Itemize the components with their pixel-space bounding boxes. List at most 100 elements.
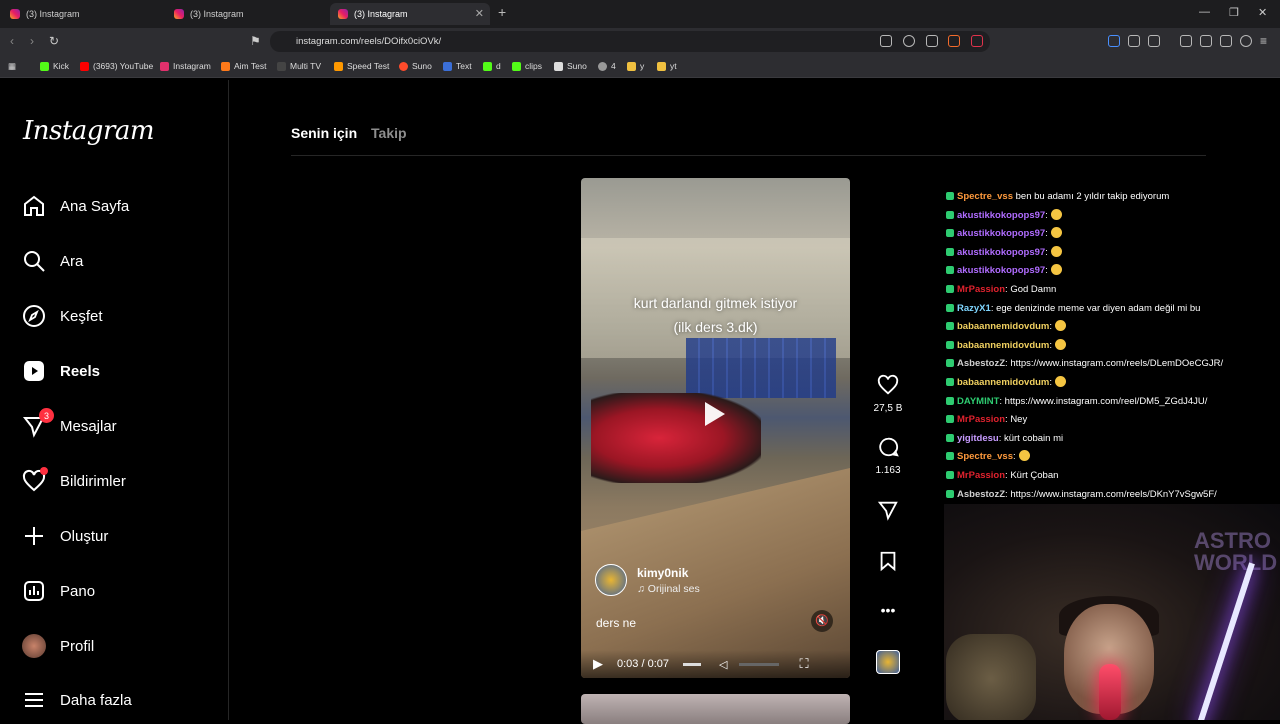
new-tab-button[interactable]: + <box>498 4 506 20</box>
share-button[interactable] <box>866 499 910 528</box>
chat-message: akustikkokopops97: <box>946 244 1276 263</box>
author-avatar[interactable] <box>595 564 627 596</box>
audio-thumbnail[interactable] <box>866 650 910 674</box>
share-icon[interactable] <box>926 35 938 47</box>
chat-username: akustikkokopops97 <box>957 246 1046 258</box>
chat-message: RazyX1: ege denizinde meme var diyen ada… <box>946 300 1276 319</box>
reload-icon[interactable]: ↻ <box>49 34 59 48</box>
suno-icon <box>554 61 563 71</box>
emote-icon <box>1055 375 1067 387</box>
volume-icon[interactable]: ◁ <box>719 658 727 671</box>
chat-message: MrPassion: God Damn <box>946 281 1276 300</box>
chat-username: babaannemidovdum <box>957 339 1050 351</box>
audio-icon[interactable] <box>1108 35 1120 47</box>
cast-icon[interactable] <box>880 35 892 47</box>
play-icon[interactable]: ▶ <box>593 656 603 672</box>
nav-create[interactable]: Oluştur <box>22 521 108 551</box>
bookmark-4[interactable]: 4 <box>598 61 616 71</box>
zoom-icon[interactable] <box>903 35 915 47</box>
nav-profile[interactable]: Profil <box>22 631 94 661</box>
apps-icon[interactable]: ▦ <box>8 61 16 72</box>
folder-icon <box>627 61 636 71</box>
notification-dot <box>40 467 48 475</box>
bookmark-folder-yt[interactable]: yt <box>657 61 677 71</box>
backpack <box>591 393 761 483</box>
muted-icon[interactable]: 🔇 <box>811 610 833 632</box>
video-time: 0:03 / 0:07 <box>617 658 669 670</box>
like-button[interactable]: 27,5 B <box>866 374 910 414</box>
compass-icon <box>23 305 45 327</box>
comment-button[interactable]: 1.163 <box>866 436 910 476</box>
vpn-icon[interactable] <box>1240 35 1252 47</box>
bookmark-d[interactable]: d <box>483 61 501 71</box>
brave-shield-icon[interactable] <box>948 35 960 47</box>
bookmark-suno[interactable]: Suno <box>399 61 432 71</box>
bookmark-kick[interactable]: Kick <box>40 61 69 71</box>
instagram-logo[interactable]: Instagram <box>23 116 155 146</box>
more-options-icon[interactable]: ••• <box>866 602 910 618</box>
nav-explore[interactable]: Keşfet <box>22 301 103 331</box>
nav-search[interactable]: Ara <box>22 246 83 276</box>
ai-icon[interactable] <box>1220 35 1232 47</box>
chat-text: : https://www.instagram.com/reels/DLemDO… <box>1005 358 1224 370</box>
nav-reels[interactable]: Reels <box>22 356 100 386</box>
chat-message: babaannemidovdum: <box>946 318 1276 337</box>
bookmark-multi-tv[interactable]: Multi TV <box>277 61 321 71</box>
forward-icon[interactable]: › <box>30 34 34 48</box>
sound-label[interactable]: ♫ Orijinal ses <box>637 583 700 595</box>
bookmark-speed-test[interactable]: Speed Test <box>334 61 389 71</box>
bookmark-youtube[interactable]: (3693) YouTube <box>80 61 153 71</box>
wallet-icon[interactable] <box>1200 35 1212 47</box>
chat-message: akustikkokopops97: <box>946 225 1276 244</box>
bookmark-clips[interactable]: clips <box>512 61 542 71</box>
chat-username: Spectre_vss <box>957 191 1013 202</box>
nav-notifications[interactable]: Bildirimler <box>22 466 126 496</box>
chat-badge-icon <box>946 433 954 442</box>
sidebar-toggle-icon[interactable] <box>1148 35 1160 47</box>
close-tab-icon[interactable]: ✕ <box>475 7 484 20</box>
browser-tab-active[interactable]: (3) Instagram ✕ <box>330 3 490 25</box>
brave-rewards-icon[interactable] <box>971 35 983 47</box>
chat-text: ben bu adamı 2 yıldır takip ediyorum <box>1012 191 1170 202</box>
bookmark-folder-y[interactable]: y <box>627 61 644 71</box>
lockers <box>686 338 836 398</box>
tab-for-you[interactable]: Senin için <box>291 125 357 141</box>
nav-dashboard[interactable]: Pano <box>22 576 95 606</box>
bookmark-aim-test[interactable]: Aim Test <box>221 61 266 71</box>
chat-username: RazyX1 <box>957 302 991 314</box>
instagram-favicon-icon <box>338 9 348 19</box>
back-icon[interactable]: ‹ <box>10 34 14 48</box>
save-button[interactable] <box>866 550 910 579</box>
browser-tab[interactable]: (3) Instagram <box>166 3 326 25</box>
play-overlay-icon[interactable] <box>705 402 725 426</box>
extensions-icon[interactable] <box>1128 35 1140 47</box>
chat-username: AsbestozZ <box>957 358 1006 370</box>
reel-video[interactable]: kurt darlandı gitmek istiyor (ilk ders 3… <box>581 178 850 678</box>
bookmark-icon[interactable]: ⚑ <box>250 34 261 48</box>
minimize-icon[interactable]: — <box>1199 6 1210 18</box>
chat-message: MrPassion: Kürt Çoban <box>946 467 1276 486</box>
music-icon[interactable] <box>1180 35 1192 47</box>
fullscreen-icon[interactable]: ⛶ <box>799 656 808 672</box>
chat-badge-icon <box>946 229 954 238</box>
author-name[interactable]: kimy0nik <box>637 566 700 580</box>
volume-slider[interactable] <box>739 662 780 666</box>
emote-icon <box>1018 450 1030 462</box>
music-note-icon: ♫ <box>637 582 648 595</box>
nav-messages[interactable]: 3 Mesajlar <box>22 408 117 441</box>
close-window-icon[interactable]: ✕ <box>1258 6 1267 19</box>
nav-more[interactable]: Daha fazla <box>22 685 132 715</box>
bookmark-instagram[interactable]: Instagram <box>160 61 211 71</box>
chat-text: : <box>1045 246 1048 258</box>
tab-following[interactable]: Takip <box>371 125 407 141</box>
nav-home[interactable]: Ana Sayfa <box>22 191 129 221</box>
video-caption-line2: (ilk ders 3.dk) <box>673 319 758 335</box>
emote-icon <box>1050 264 1062 276</box>
progress-bar[interactable] <box>683 662 701 666</box>
chat-badge-icon <box>946 489 954 498</box>
restore-icon[interactable]: ❐ <box>1229 6 1239 19</box>
browser-tab[interactable]: (3) Instagram <box>2 3 162 25</box>
bookmark-text[interactable]: Text <box>443 61 472 71</box>
bookmark-suno-2[interactable]: Suno <box>554 61 587 71</box>
menu-icon[interactable]: ≡ <box>1260 34 1267 48</box>
